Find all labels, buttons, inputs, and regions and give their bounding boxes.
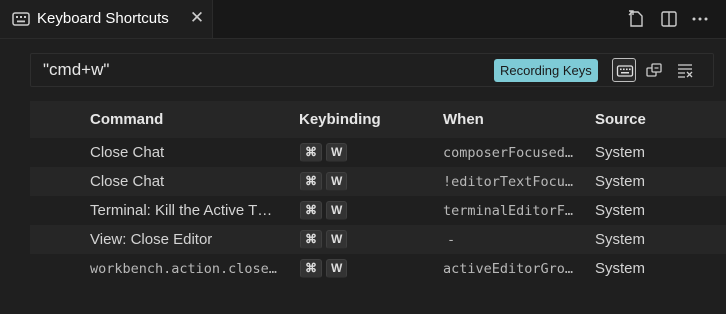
table-row[interactable]: View: Close Editor ⌘ W - System <box>30 225 726 254</box>
keyboard-icon <box>12 12 30 26</box>
table-row[interactable]: Close Chat ⌘ W !editorTextFocu… System <box>30 167 726 196</box>
tab-keyboard-shortcuts[interactable]: Keyboard Shortcuts ✕ <box>0 0 213 38</box>
column-header-command[interactable]: Command <box>90 111 163 128</box>
more-actions-icon[interactable] <box>690 9 710 29</box>
tab-close-icon[interactable]: ✕ <box>188 9 206 27</box>
split-editor-icon[interactable] <box>659 9 679 29</box>
search-input[interactable] <box>31 54 486 86</box>
keyboard-icon <box>616 65 634 77</box>
column-header-when[interactable]: When <box>443 111 484 128</box>
when-cell: !editorTextFocu… <box>443 174 574 190</box>
table-row[interactable]: Close Chat ⌘ W composerFocused… System <box>30 138 726 167</box>
command-cell: workbench.action.close… <box>90 261 277 277</box>
key-cap: W <box>326 259 348 278</box>
table-row[interactable]: workbench.action.close… ⌘ W activeEditor… <box>30 254 726 283</box>
record-keys-toggle[interactable] <box>612 58 636 82</box>
when-cell: - <box>447 232 456 248</box>
column-header-keybinding[interactable]: Keybinding <box>299 111 381 128</box>
tab-title: Keyboard Shortcuts <box>37 10 169 27</box>
command-cell: Close Chat <box>90 173 165 190</box>
table-row[interactable]: Terminal: Kill the Active T… ⌘ W termina… <box>30 196 726 225</box>
sort-precedence-icon <box>646 63 662 77</box>
key-cap: W <box>326 230 348 249</box>
key-cap: W <box>326 201 348 220</box>
column-header-source[interactable]: Source <box>595 111 646 128</box>
sort-by-precedence-button[interactable] <box>642 58 666 82</box>
source-cell: System <box>595 260 646 277</box>
when-cell: terminalEditorF… <box>443 203 574 219</box>
source-cell: System <box>595 231 646 248</box>
source-cell: System <box>595 173 646 190</box>
table-header: Command Keybinding When Source <box>30 101 726 138</box>
clear-filter-icon <box>678 64 693 78</box>
editor-tab-bar: Keyboard Shortcuts ✕ <box>0 0 726 39</box>
key-cap: ⌘ <box>300 201 322 220</box>
command-cell: View: Close Editor <box>90 231 213 248</box>
key-cap: ⌘ <box>300 143 322 162</box>
key-cap: ⌘ <box>300 230 322 249</box>
key-cap: ⌘ <box>300 259 322 278</box>
when-cell: activeEditorGro… <box>443 261 574 277</box>
command-cell: Close Chat <box>90 144 165 161</box>
source-cell: System <box>595 202 646 219</box>
when-cell: composerFocused… <box>443 145 574 161</box>
key-cap: W <box>326 143 348 162</box>
source-cell: System <box>595 144 646 161</box>
command-cell: Terminal: Kill the Active T… <box>90 202 273 219</box>
key-cap: ⌘ <box>300 172 322 191</box>
recording-keys-badge: Recording Keys <box>494 59 598 82</box>
key-cap: W <box>326 172 348 191</box>
open-json-icon[interactable] <box>626 9 646 29</box>
keybinding-search-box: Recording Keys <box>30 53 714 87</box>
clear-search-button[interactable] <box>673 58 697 82</box>
